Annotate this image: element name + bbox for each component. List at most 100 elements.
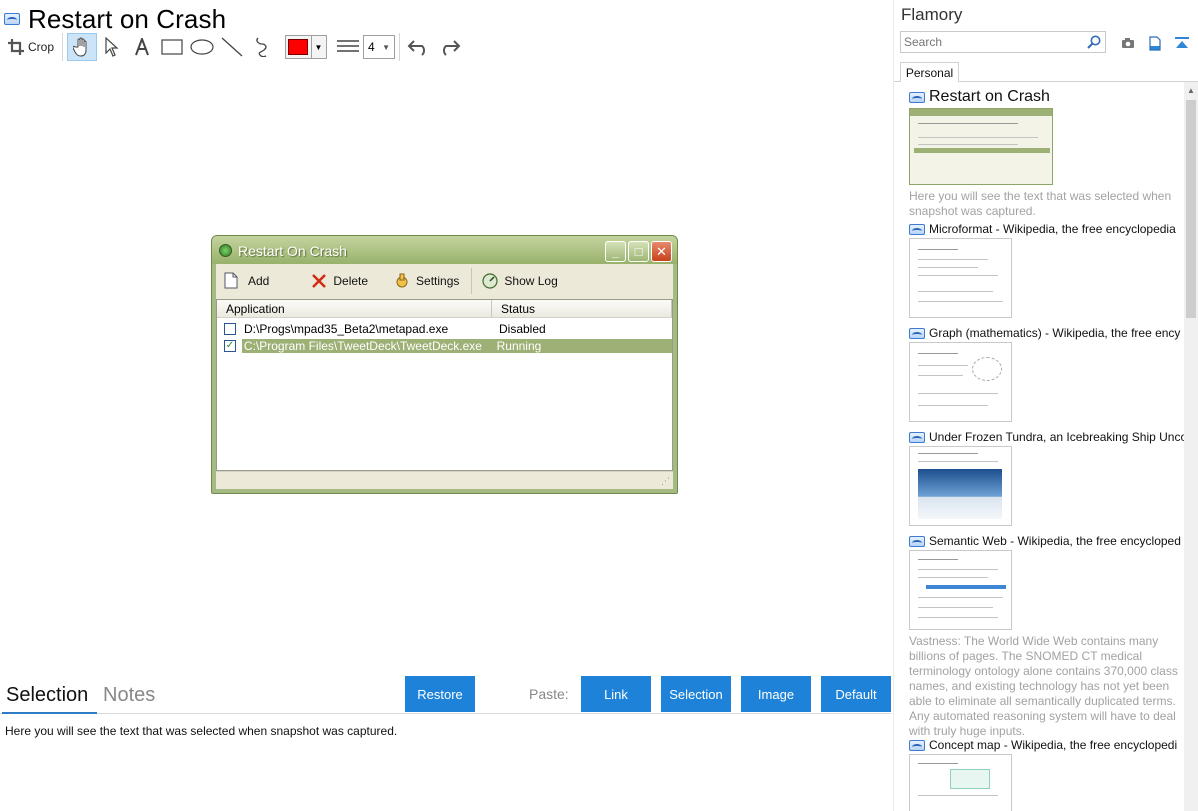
line-tool-button[interactable] [217,33,247,61]
feed-item[interactable]: Under Frozen Tundra, an Icebreaking Ship… [909,430,1184,526]
flamory-sidebar: Flamory Personal Restart on Crash [894,0,1198,811]
document-icon [1149,35,1161,51]
feed-item-thumbnail [909,754,1012,811]
paste-default-button[interactable]: Default [821,676,891,712]
sidebar-scrollbar[interactable]: ▲ [1184,82,1198,811]
snapshot-delete-label: Delete [333,273,369,288]
scrollbar-thumb[interactable] [1186,100,1196,318]
feed-item-thumbnail [909,550,1012,630]
chevron-down-icon: ▼ [311,36,325,58]
chevron-down-icon: ▼ [382,42,391,52]
rectangle-icon [161,39,183,55]
feed-item-header: Under Frozen Tundra, an Icebreaking Ship… [909,430,1184,444]
search-button[interactable] [1083,32,1105,52]
application-column-header: Application [217,300,492,317]
snapshot-add-label: Add [248,273,270,288]
feed-item-header: Microformat - Wikipedia, the free encycl… [909,222,1184,236]
maximize-icon: □ [628,241,649,262]
feed-item-header: Concept map - Wikipedia, the free encycl… [909,738,1184,752]
search-icon [1087,35,1101,49]
toolbar-separator [399,33,401,61]
restore-button[interactable]: Restore [405,676,475,712]
selection-text: Here you will see the text that was sele… [5,724,398,738]
redo-button[interactable] [434,33,464,61]
feed-item-description: Vastness: The World Wide Web contains ma… [909,634,1178,738]
snapshot-toolbar-separator [471,267,473,294]
feed-item-header: Graph (mathematics) - Wikipedia, the fre… [909,326,1184,340]
text-icon [135,38,149,56]
restart-on-crash-logo-icon [219,244,232,257]
web-page-icon [909,739,925,751]
snapshot-window-titlebar: Restart On Crash _ □ ✕ [212,236,677,264]
captured-snapshot-image: Restart On Crash _ □ ✕ Add Delete Settin… [211,235,678,494]
feed-item[interactable]: Restart on Crash Here you will see the t… [909,88,1184,219]
feed-item-thumbnail [909,446,1012,526]
ellipse-icon [190,39,214,55]
crop-icon [8,39,24,55]
checkmark-box-icon: ✓ [224,339,236,352]
snapshot-settings-label: Settings [416,273,460,288]
feed-item[interactable]: Graph (mathematics) - Wikipedia, the fre… [909,326,1184,422]
undo-button[interactable] [404,33,434,61]
search-box [900,31,1106,53]
document-button[interactable] [1145,33,1165,53]
scroll-up-icon: ▲ [1187,86,1195,95]
minimize-icon: _ [605,241,626,262]
snapshot-status-bar: ⋰ [216,471,673,489]
snapshot-add-tool: Add [224,264,269,297]
paste-image-button[interactable]: Image [741,676,811,712]
line-width-select[interactable]: 4 ▼ [363,35,396,59]
rectangle-tool-button[interactable] [157,33,187,61]
feed-item-title: Graph (mathematics) - Wikipedia, the fre… [929,326,1181,340]
feed-item-title: Microformat - Wikipedia, the free encycl… [929,222,1176,236]
web-page-icon [909,431,925,443]
feed-item[interactable]: Microformat - Wikipedia, the free encycl… [909,222,1184,318]
tab-personal[interactable]: Personal [900,62,959,82]
hand-icon [73,37,87,57]
snapshot-window-toolbar: Add Delete Settings Show Log [216,264,673,297]
close-icon: ✕ [651,241,672,262]
paste-selection-button[interactable]: Selection [661,676,731,712]
camera-button[interactable] [1118,33,1138,53]
delete-x-icon [312,273,327,288]
web-page-icon [909,223,925,235]
snapshot-title: Restart on Crash [28,3,227,34]
snapshot-settings-tool: Settings [394,264,459,297]
paste-link-button[interactable]: Link [581,676,651,712]
paste-label: Paste: [529,686,569,702]
snapshot-show-log-label: Show Log [504,273,558,288]
application-path: C:\Program Files\TweetDeck\TweetDeck.exe [241,338,495,353]
collapse-button[interactable] [1172,33,1192,53]
feed-item-title: Semantic Web - Wikipedia, the free encyc… [929,534,1181,548]
feed-item-thumbnail [909,342,1012,422]
new-document-icon [224,272,238,289]
collapse-up-icon [1175,37,1189,48]
tab-notes[interactable]: Notes [103,684,155,707]
snapshot-title-row: Restart on Crash [4,3,226,35]
feed-item-header: Semantic Web - Wikipedia, the free encyc… [909,534,1184,548]
freehand-tool-button[interactable] [247,33,277,61]
pointer-tool-button[interactable] [97,33,127,61]
feed-item-header: Restart on Crash [909,88,1184,106]
active-tab-indicator [2,712,97,714]
snapshot-window-body: Add Delete Settings Show Log Application… [216,264,673,489]
status-column-header: Status [492,300,672,317]
feed-item[interactable]: Concept map - Wikipedia, the free encycl… [909,738,1184,811]
web-page-icon [909,535,925,547]
text-tool-button[interactable] [127,33,157,61]
tab-selection[interactable]: Selection [6,684,88,707]
crop-button[interactable]: Crop [4,33,58,61]
unchecked-box-icon [224,322,236,335]
application-path: D:\Progs\mpad35_Beta2\metapad.exe [244,321,449,336]
undo-icon [407,40,425,56]
hand-tool-button[interactable] [67,33,98,61]
drawing-toolbar: Crop ▼ 4 ▼ [4,33,464,61]
color-picker[interactable]: ▼ [285,35,328,59]
search-input[interactable] [904,33,1084,51]
feed-item-description: Here you will see the text that was sele… [909,189,1172,218]
snapshot-delete-tool: Delete [311,264,368,297]
web-page-icon [909,327,925,339]
feed-item[interactable]: Semantic Web - Wikipedia, the free encyc… [909,534,1184,739]
ellipse-tool-button[interactable] [187,33,217,61]
redo-icon [443,40,461,56]
